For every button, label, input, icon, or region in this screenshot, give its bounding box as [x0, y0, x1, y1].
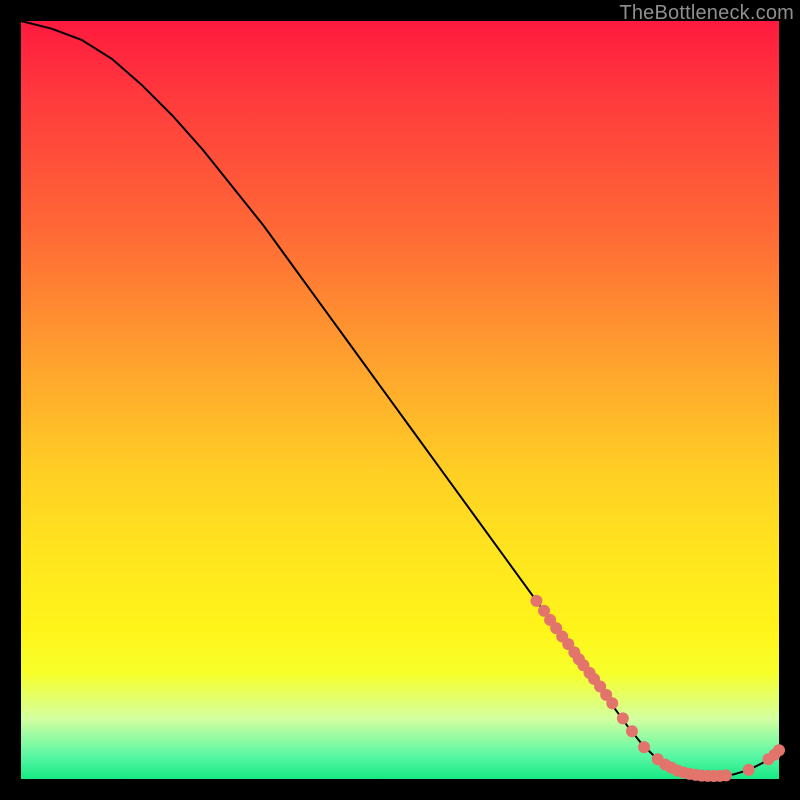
data-point: [720, 769, 732, 781]
chart-overlay: [21, 21, 779, 779]
data-point: [606, 697, 618, 709]
chart-stage: TheBottleneck.com: [0, 0, 800, 800]
data-point: [626, 725, 638, 737]
data-point: [617, 712, 629, 724]
data-point: [743, 764, 755, 776]
watermark-text: TheBottleneck.com: [619, 2, 794, 25]
data-point: [773, 744, 785, 756]
bottleneck-curve: [21, 21, 779, 776]
curve-markers: [530, 595, 785, 782]
data-point: [638, 741, 650, 753]
data-point: [530, 595, 542, 607]
